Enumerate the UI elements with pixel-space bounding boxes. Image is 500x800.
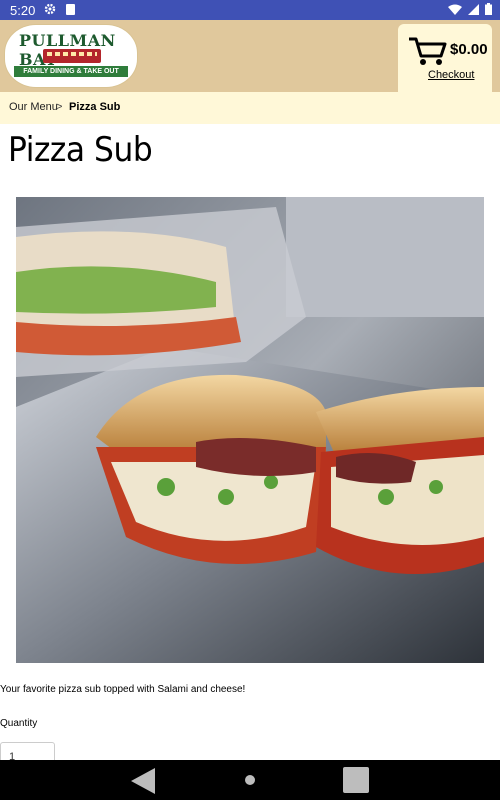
quantity-label: Quantity [0,718,38,729]
signal-icon [468,3,479,15]
cart-widget[interactable]: $0.00 Checkout [398,24,492,92]
wifi-icon [448,4,462,15]
back-icon[interactable] [131,768,155,794]
product-image [16,197,484,663]
breadcrumb: Our Menu > Pizza Sub [0,92,500,124]
train-icon [43,49,101,63]
breadcrumb-separator: > [56,101,63,113]
page-title: Pizza Sub [8,130,153,170]
breadcrumb-current: Pizza Sub [69,101,121,113]
breadcrumb-our-menu[interactable]: Our Menu [9,101,58,113]
status-bar: 5:20 [0,0,500,20]
logo-tagline: FAMILY DINING & TAKE OUT [14,66,128,77]
recent-apps-icon[interactable] [343,767,369,793]
checkout-link[interactable]: Checkout [428,69,474,81]
cart-total: $0.00 [450,41,488,58]
shopping-cart-icon[interactable] [408,36,448,66]
status-time: 5:20 [10,3,36,18]
battery-icon [485,3,492,15]
sd-card-icon [66,4,75,15]
home-icon[interactable] [245,775,255,785]
pizza-sub-photo [16,197,484,663]
product-description: Your favorite pizza sub topped with Sala… [0,684,246,695]
restaurant-logo[interactable]: PULLMAN BAY FAMILY DINING & TAKE OUT [5,25,137,87]
gear-icon [44,3,56,15]
